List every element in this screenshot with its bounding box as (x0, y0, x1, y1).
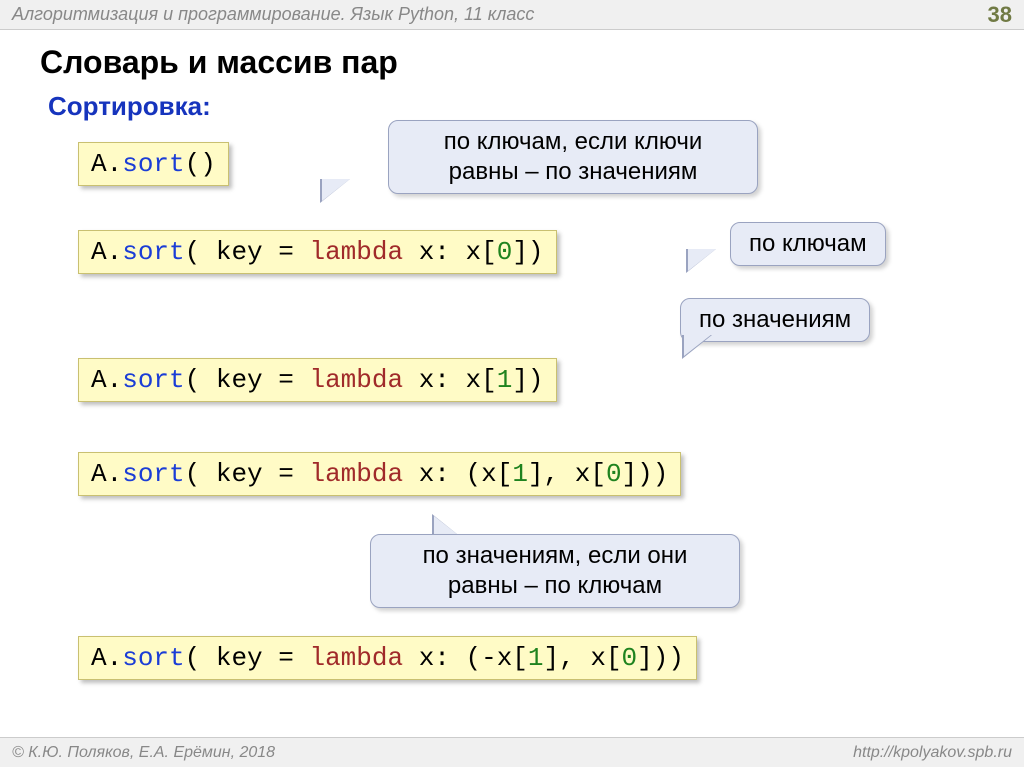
page-number: 38 (988, 2, 1012, 28)
code-sort-key10: A.sort( key = lambda x: (x[1], x[0])) (78, 452, 681, 496)
slide-header: Алгоритмизация и программирование. Язык … (0, 0, 1024, 30)
t: ]) (512, 365, 543, 395)
footer-url: http://kpolyakov.spb.ru (853, 744, 1012, 762)
callout-tail (322, 179, 350, 201)
t: ], x[ (528, 459, 606, 489)
t: 0 (622, 643, 638, 673)
t: A. (91, 237, 122, 267)
callout-text: по ключам (749, 230, 867, 257)
code-sort-negkey10: A.sort( key = lambda x: (-x[1], x[0])) (78, 636, 697, 680)
t: sort (122, 237, 184, 267)
t: x: (-x[ (403, 643, 528, 673)
t: x: x[ (403, 237, 497, 267)
slide-footer: © К.Ю. Поляков, Е.А. Ерёмин, 2018 http:/… (0, 737, 1024, 767)
t: sort (122, 149, 184, 179)
callout-values-then-keys: по значениям, если они равны – по ключам (370, 534, 740, 608)
t: sort (122, 459, 184, 489)
t: 1 (512, 459, 528, 489)
code-sort-default: A.sort() (78, 142, 229, 186)
callout-line: по ключам, если ключи (407, 127, 739, 157)
t: lambda (309, 459, 403, 489)
code-sort-key1: A.sort( key = lambda x: x[1]) (78, 358, 557, 402)
callout-tail (684, 334, 712, 356)
t: ( key = (185, 643, 310, 673)
t: 1 (528, 643, 544, 673)
t: lambda (309, 643, 403, 673)
t: ], x[ (544, 643, 622, 673)
callout-line: равны – по значениям (407, 157, 739, 187)
t: 0 (497, 237, 513, 267)
callout-tail (688, 249, 716, 271)
callout-line: равны – по ключам (389, 571, 721, 601)
t: ( key = (185, 237, 310, 267)
t: sort (122, 643, 184, 673)
callout-by-keys: по ключам (730, 222, 886, 266)
callout-line: по значениям, если они (389, 541, 721, 571)
slide-title: Словарь и массив пар (0, 30, 1024, 87)
t: A. (91, 643, 122, 673)
t: ]) (512, 237, 543, 267)
t: ])) (622, 459, 669, 489)
t: ( key = (185, 365, 310, 395)
t: x: (x[ (403, 459, 512, 489)
t: ( key = (185, 459, 310, 489)
t: A. (91, 365, 122, 395)
callout-text: по значениям (699, 306, 851, 333)
footer-copyright: © К.Ю. Поляков, Е.А. Ерёмин, 2018 (12, 744, 275, 762)
code-sort-key0: A.sort( key = lambda x: x[0]) (78, 230, 557, 274)
t: A. (91, 459, 122, 489)
t: () (185, 149, 216, 179)
t: A. (91, 149, 122, 179)
t: lambda (309, 237, 403, 267)
t: 0 (606, 459, 622, 489)
t: ])) (637, 643, 684, 673)
t: 1 (497, 365, 513, 395)
header-text: Алгоритмизация и программирование. Язык … (12, 4, 534, 25)
callout-keys-then-values: по ключам, если ключи равны – по значени… (388, 120, 758, 194)
t: sort (122, 365, 184, 395)
t: x: x[ (403, 365, 497, 395)
t: lambda (309, 365, 403, 395)
